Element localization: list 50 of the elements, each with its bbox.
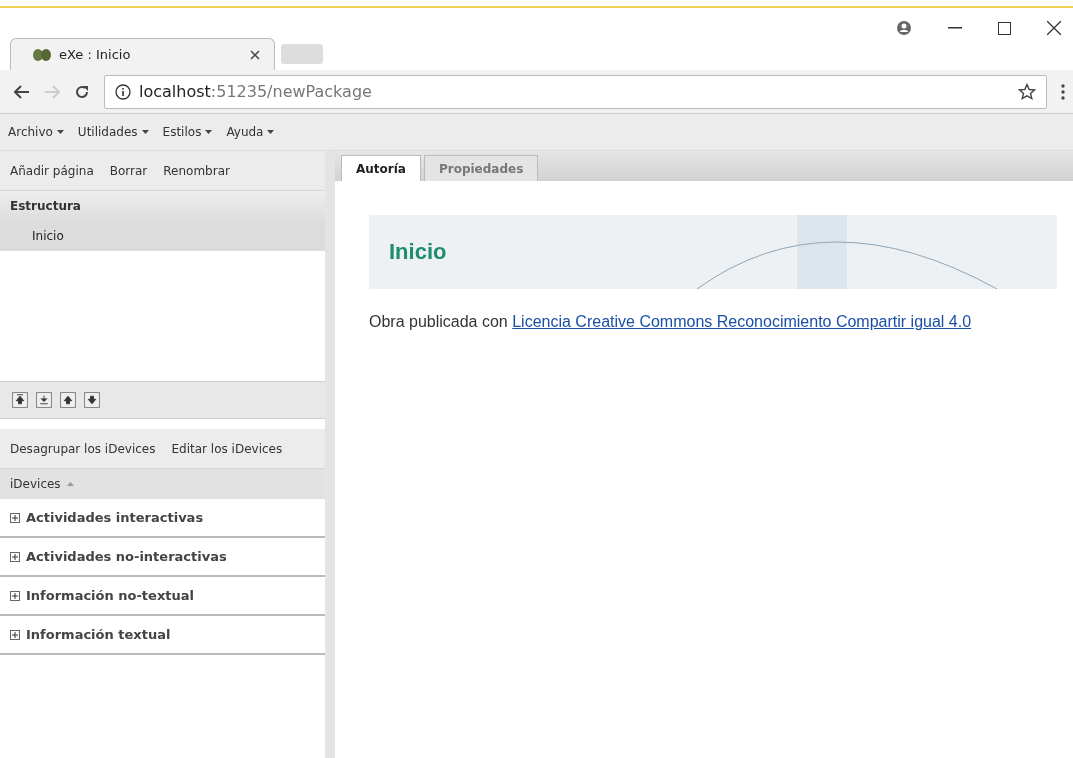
caret-icon [267, 130, 275, 134]
menu-item[interactable]: Utilidades [77, 125, 149, 139]
tab[interactable]: Propiedades [423, 155, 539, 181]
tree-node[interactable]: Inicio [0, 221, 325, 251]
toolbar-button[interactable]: Editar los iDevices [171, 441, 283, 456]
tab-title: eXe : Inicio [59, 47, 132, 62]
info-icon [115, 83, 131, 100]
close-icon[interactable] [250, 49, 260, 60]
down-arrow-icon [86, 394, 98, 406]
back-arrow-icon[interactable] [14, 84, 30, 99]
toolbar-button[interactable]: Desagrupar los iDevices [10, 441, 156, 456]
kebab-menu-icon[interactable] [1061, 83, 1065, 100]
menu-item[interactable]: Ayuda [226, 125, 275, 139]
top-arrow-icon [14, 394, 26, 406]
menu-item[interactable]: Archivo [8, 125, 64, 139]
page-heading: Inicio [389, 239, 447, 265]
category-label: Información textual [26, 627, 171, 642]
license-text: Obra publicada con Licencia Creative Commons Reconocimiento Compartir igual 4.0 [369, 313, 973, 331]
sort-up-icon [66, 482, 74, 486]
profile-icon[interactable] [896, 20, 912, 36]
caret-icon [205, 130, 213, 134]
close-icon[interactable] [1047, 21, 1061, 35]
category-label: Actividades interactivas [26, 510, 204, 525]
star-icon[interactable] [1018, 82, 1036, 101]
caret-icon [141, 130, 149, 134]
reload-icon[interactable] [74, 83, 90, 100]
top-arrow-button[interactable] [12, 392, 28, 408]
down-arrow-button[interactable] [84, 392, 100, 408]
up-arrow-button[interactable] [60, 392, 76, 408]
tab[interactable]: Autoría [341, 155, 421, 181]
browser-tab[interactable]: eXe : Inicio [10, 38, 275, 70]
toolbar-button[interactable]: Renombrar [163, 163, 230, 178]
category-label: Actividades no-interactivas [26, 549, 227, 564]
category-label: Información no-textual [26, 588, 194, 603]
menu-item[interactable]: Estilos [162, 125, 213, 139]
bottom-arrow-icon [38, 394, 50, 406]
up-arrow-icon [62, 394, 74, 406]
license-link[interactable]: Licencia Creative Commons Reconocimiento Compartir igual 4.0 [512, 313, 972, 330]
toolbar-button[interactable]: Añadir página [10, 163, 94, 178]
panel-header[interactable]: iDevices [10, 477, 61, 491]
toolbar-button[interactable]: Borrar [109, 163, 148, 178]
app-logo-icon [33, 47, 51, 62]
maximize-icon[interactable] [998, 21, 1011, 35]
panel-header: Estructura [0, 191, 325, 221]
address-bar[interactable]: localhost:51235/newPackage [104, 74, 1047, 109]
minimize-icon[interactable] [948, 27, 962, 29]
url-path: :51235/newPackage [210, 82, 372, 101]
url-host: localhost [139, 82, 211, 101]
caret-icon [56, 130, 64, 134]
bottom-arrow-button[interactable] [36, 392, 52, 408]
